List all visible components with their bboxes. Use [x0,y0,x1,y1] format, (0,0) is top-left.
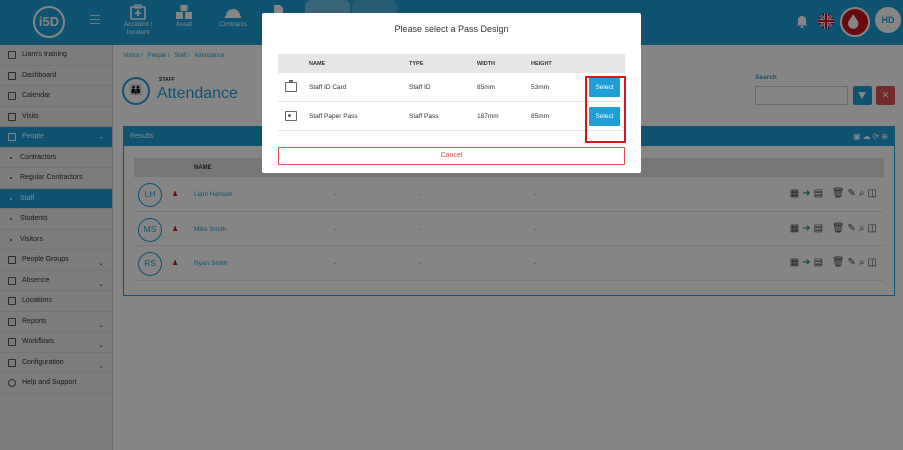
pass-design-modal: Please select a Pass Design NAME TYPE WI… [262,13,641,173]
pass-design-row: Staff ID Card Staff ID 85mm 53mm Select [278,73,625,102]
pass-width: 187mm [477,113,499,120]
pass-name: Staff Paper Pass [309,113,358,120]
column-header-type: TYPE [409,61,424,67]
pass-name: Staff ID Card [309,84,347,91]
modal-title: Please select a Pass Design [394,24,509,34]
column-header-name: NAME [309,61,326,67]
column-header-width: WIDTH [477,61,496,67]
pass-type: Staff Pass [409,113,439,120]
select-buttons-highlight [585,76,626,143]
column-header-height: HEIGHT [531,61,552,67]
pass-height: 85mm [531,113,550,120]
pass-design-table-header: NAME TYPE WIDTH HEIGHT [278,54,625,73]
pass-type: Staff ID [409,84,431,91]
paper-pass-icon [285,111,297,121]
pass-design-row: Staff Paper Pass Staff Pass 187mm 85mm S… [278,102,625,131]
cancel-button[interactable]: Cancel [278,147,625,165]
pass-width: 85mm [477,84,496,91]
pass-design-table: NAME TYPE WIDTH HEIGHT Staff ID Card Sta… [278,54,625,131]
pass-height: 53mm [531,84,550,91]
id-card-icon [285,80,297,92]
